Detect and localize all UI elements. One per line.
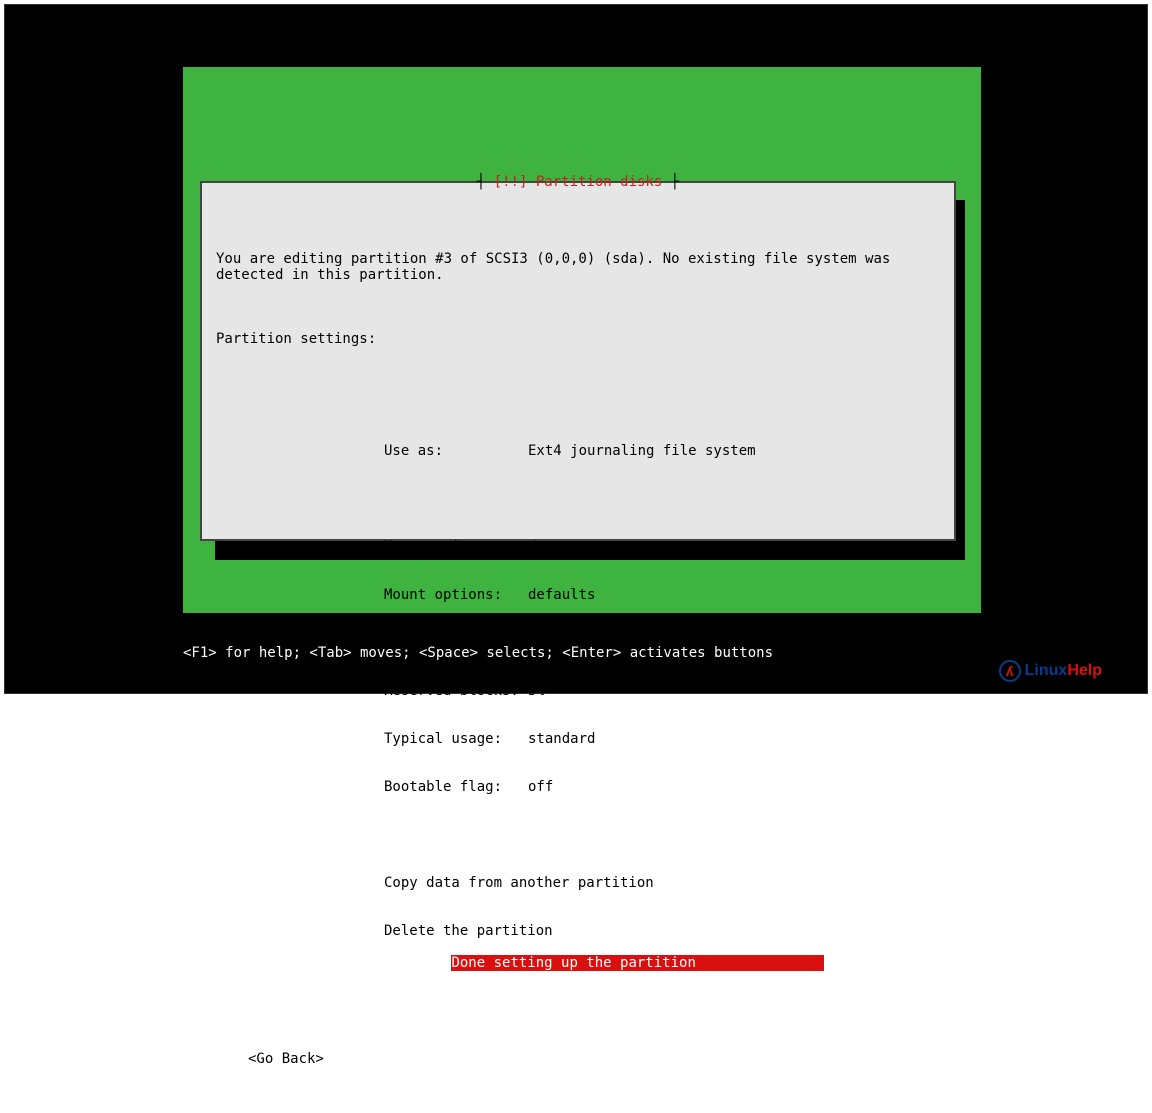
settings-block: Use as: Ext4 journaling file system Moun… — [384, 411, 940, 987]
console-frame: ┤ [!!] Partition disks ├ You are editing… — [4, 4, 1148, 694]
title-right-decor: ├ — [662, 174, 679, 190]
setting-label: Bootable flag: — [384, 779, 528, 795]
watermark-text: LinuxHelp — [1025, 662, 1102, 680]
setting-mount-options[interactable]: Mount options: defaults — [384, 587, 940, 603]
action-delete-partition[interactable]: Delete the partition — [384, 923, 940, 939]
title-text: Partition disks — [527, 174, 662, 190]
setting-value: defaults — [528, 587, 595, 603]
watermark: ʎ LinuxHelp — [999, 660, 1102, 682]
go-back-button[interactable]: <Go Back> — [248, 1051, 940, 1067]
setting-value: Ext4 journaling file system — [528, 443, 756, 459]
action-done-setup[interactable]: Done setting up the partition — [451, 955, 823, 971]
setting-label: Reserved blocks: — [384, 683, 528, 699]
watermark-hl: Help — [1067, 662, 1102, 679]
watermark-glyph: ʎ — [1006, 663, 1014, 679]
title-left-decor: ┤ — [477, 174, 494, 190]
setting-typical-usage[interactable]: Typical usage: standard — [384, 731, 940, 747]
setting-value: / — [528, 539, 536, 555]
setting-label: Mount point: — [384, 539, 528, 555]
setting-use-as[interactable]: Use as: Ext4 journaling file system — [384, 443, 940, 459]
setting-value: standard — [528, 731, 595, 747]
settings-heading: Partition settings: — [216, 331, 940, 347]
setting-label: Mount options: — [384, 587, 528, 603]
setting-label: Use as: — [384, 443, 528, 459]
partition-dialog: ┤ [!!] Partition disks ├ You are editing… — [200, 181, 956, 541]
setting-label: Typical usage: — [384, 731, 528, 747]
watermark-main: Linux — [1025, 662, 1068, 679]
watermark-icon: ʎ — [999, 660, 1021, 682]
setting-value: off — [528, 779, 553, 795]
setting-reserved-blocks[interactable]: Reserved blocks: 5% — [384, 683, 940, 699]
setting-mount-point[interactable]: Mount point: / — [384, 539, 940, 555]
dialog-title: ┤ [!!] Partition disks ├ — [202, 174, 954, 190]
action-copy-data[interactable]: Copy data from another partition — [384, 875, 940, 891]
title-marker: [!!] — [494, 174, 528, 190]
setting-value: 5% — [528, 683, 545, 699]
setting-bootable-flag[interactable]: Bootable flag: off — [384, 779, 940, 795]
help-bar: <F1> for help; <Tab> moves; <Space> sele… — [183, 645, 773, 661]
intro-text: You are editing partition #3 of SCSI3 (0… — [216, 251, 940, 283]
